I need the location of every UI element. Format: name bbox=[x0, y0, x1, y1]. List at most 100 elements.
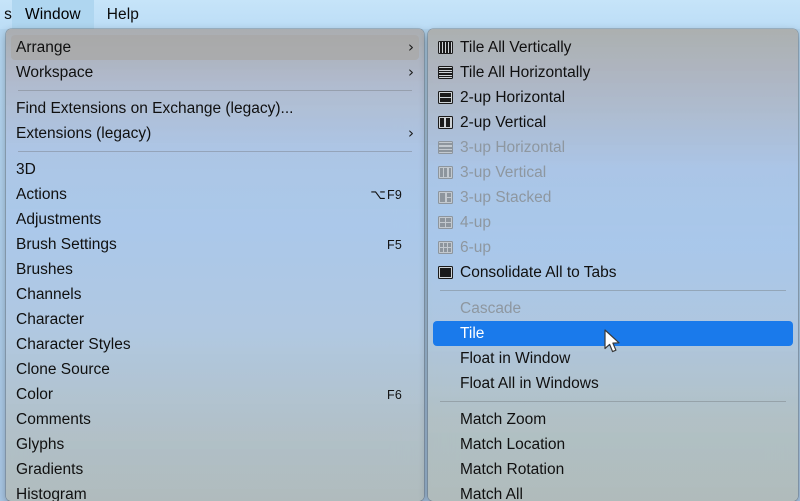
menu-item-label: 3-up Horizontal bbox=[460, 138, 566, 156]
arrange-menu-item-6-up: 6-up bbox=[428, 235, 798, 260]
menu-separator bbox=[440, 401, 786, 402]
menu-separator bbox=[18, 151, 412, 152]
window-menu-item-character-styles[interactable]: Character Styles bbox=[6, 332, 424, 357]
menu-item-label: Character Styles bbox=[16, 335, 131, 353]
menu-item-label: Brushes bbox=[16, 260, 73, 278]
consolidate-all-to-tabs-icon bbox=[438, 266, 453, 279]
option-key-icon: ⌥ bbox=[370, 186, 386, 203]
menu-item-label: 2-up Horizontal bbox=[460, 88, 566, 106]
arrange-menu-item-float-in-window[interactable]: Float in Window bbox=[428, 346, 798, 371]
arrange-menu-item-match-rotation[interactable]: Match Rotation bbox=[428, 457, 798, 482]
window-menu-item-brush-settings[interactable]: Brush Settings F5 bbox=[6, 232, 424, 257]
arrange-menu-item-tile-all-vertically[interactable]: Tile All Vertically bbox=[428, 35, 798, 60]
two-up-horizontal-icon bbox=[438, 91, 453, 104]
two-up-vertical-icon bbox=[438, 116, 453, 129]
window-menu-item-channels[interactable]: Channels bbox=[6, 282, 424, 307]
window-menu-item-clone-source[interactable]: Clone Source bbox=[6, 357, 424, 382]
window-menu-item-glyphs[interactable]: Glyphs bbox=[6, 432, 424, 457]
arrange-menu-item-tile-all-horizontally[interactable]: Tile All Horizontally bbox=[428, 60, 798, 85]
menu-separator bbox=[18, 90, 412, 91]
arrange-menu-item-2-up-vertical[interactable]: 2-up Vertical bbox=[428, 110, 798, 135]
arrange-submenu-panel: Tile All Vertically Tile All Horizontally… bbox=[428, 29, 798, 501]
window-menu-panel: Arrange › Workspace › Find Extensions on Exc… bbox=[6, 29, 424, 501]
menu-item-label: Cascade bbox=[460, 299, 522, 317]
menu-item-shortcut: F5 bbox=[387, 238, 414, 252]
menu-item-label: 3-up Vertical bbox=[460, 163, 547, 181]
arrange-submenu-list: Tile All Vertically Tile All Horizontally… bbox=[428, 35, 798, 501]
menu-item-label: Glyphs bbox=[16, 435, 65, 453]
arrange-menu-item-float-all-in-windows[interactable]: Float All in Windows bbox=[428, 371, 798, 396]
window-menu-item-arrange[interactable]: Arrange › bbox=[11, 35, 419, 60]
window-menu-list: Arrange › Workspace › Find Extensions on Exc… bbox=[6, 35, 424, 501]
menu-item-label: Actions bbox=[16, 185, 67, 203]
six-up-icon bbox=[438, 241, 453, 254]
menu-item-label: Tile bbox=[460, 324, 485, 342]
arrange-menu-item-tile[interactable]: Tile bbox=[433, 321, 793, 346]
arrange-menu-item-match-all[interactable]: Match All bbox=[428, 482, 798, 501]
menubar-item-window[interactable]: Window bbox=[12, 0, 94, 29]
chevron-right-icon: › bbox=[408, 63, 414, 81]
window-menu-item-gradients[interactable]: Gradients bbox=[6, 457, 424, 482]
menu-item-label: 4-up bbox=[460, 213, 492, 231]
menu-item-label: Arrange bbox=[16, 38, 72, 56]
shortcut-key: F5 bbox=[387, 237, 402, 252]
menu-item-label: Channels bbox=[16, 285, 82, 303]
menu-item-shortcut: F6 bbox=[387, 388, 414, 402]
menu-item-label: 3D bbox=[16, 160, 36, 178]
menu-item-label: Match All bbox=[460, 485, 523, 501]
window-menu-item-histogram[interactable]: Histogram bbox=[6, 482, 424, 501]
menu-item-label: 6-up bbox=[460, 238, 492, 256]
menu-item-label: Extensions (legacy) bbox=[16, 124, 152, 142]
three-up-stacked-icon bbox=[438, 191, 453, 204]
window-menu-item-find-extensions-on-exchange-legacy[interactable]: Find Extensions on Exchange (legacy)... bbox=[6, 96, 424, 121]
window-menu-item-color[interactable]: Color F6 bbox=[6, 382, 424, 407]
window-menu-item-workspace[interactable]: Workspace › bbox=[6, 60, 424, 85]
menu-item-label: Gradients bbox=[16, 460, 84, 478]
menu-item-label: Match Location bbox=[460, 435, 566, 453]
arrange-menu-item-match-location[interactable]: Match Location bbox=[428, 432, 798, 457]
menu-item-label: Clone Source bbox=[16, 360, 110, 378]
menu-item-label: Find Extensions on Exchange (legacy)... bbox=[16, 99, 294, 117]
three-up-horizontal-icon bbox=[438, 141, 453, 154]
menu-separator bbox=[440, 290, 786, 291]
arrange-menu-item-match-zoom[interactable]: Match Zoom bbox=[428, 407, 798, 432]
arrange-menu-item-3-up-vertical: 3-up Vertical bbox=[428, 160, 798, 185]
menubar-item-clipped[interactable]: s bbox=[0, 0, 12, 29]
menu-item-label: Float in Window bbox=[460, 349, 571, 367]
arrange-menu-item-3-up-horizontal: 3-up Horizontal bbox=[428, 135, 798, 160]
menu-item-label: Adjustments bbox=[16, 210, 102, 228]
arrange-menu-item-4-up: 4-up bbox=[428, 210, 798, 235]
menubar-item-help[interactable]: Help bbox=[94, 0, 152, 29]
shortcut-key: F9 bbox=[387, 187, 402, 202]
arrange-menu-item-3-up-stacked: 3-up Stacked bbox=[428, 185, 798, 210]
menu-item-label: Workspace bbox=[16, 63, 94, 81]
four-up-icon bbox=[438, 216, 453, 229]
chevron-right-icon: › bbox=[408, 124, 414, 142]
menu-item-label: 2-up Vertical bbox=[460, 113, 547, 131]
three-up-vertical-icon bbox=[438, 166, 453, 179]
window-menu-item-character[interactable]: Character bbox=[6, 307, 424, 332]
menu-item-label: Character bbox=[16, 310, 85, 328]
tile-all-horizontally-icon bbox=[438, 66, 453, 79]
window-menu-item-actions[interactable]: Actions ⌥F9 bbox=[6, 182, 424, 207]
menu-item-label: Brush Settings bbox=[16, 235, 117, 253]
window-menu-item-3d[interactable]: 3D bbox=[6, 157, 424, 182]
window-menu-item-adjustments[interactable]: Adjustments bbox=[6, 207, 424, 232]
menu-item-label: Comments bbox=[16, 410, 91, 428]
chevron-right-icon: › bbox=[408, 38, 414, 56]
menu-item-label: 3-up Stacked bbox=[460, 188, 552, 206]
menu-item-label: Match Rotation bbox=[460, 460, 565, 478]
menu-item-shortcut: ⌥F9 bbox=[370, 187, 414, 203]
window-menu-item-brushes[interactable]: Brushes bbox=[6, 257, 424, 282]
screen: s Window Help Arrange › Workspace › Find Ext… bbox=[0, 0, 800, 501]
tile-all-vertically-icon bbox=[438, 41, 453, 54]
arrange-menu-item-consolidate-all-to-tabs[interactable]: Consolidate All to Tabs bbox=[428, 260, 798, 285]
menu-item-label: Tile All Horizontally bbox=[460, 63, 591, 81]
window-menu-item-comments[interactable]: Comments bbox=[6, 407, 424, 432]
menu-bar: s Window Help bbox=[0, 0, 800, 29]
window-menu-item-extensions-legacy[interactable]: Extensions (legacy) › bbox=[6, 121, 424, 146]
menu-item-label: Color bbox=[16, 385, 54, 403]
arrange-menu-item-2-up-horizontal[interactable]: 2-up Horizontal bbox=[428, 85, 798, 110]
menu-item-label: Tile All Vertically bbox=[460, 38, 572, 56]
shortcut-key: F6 bbox=[387, 387, 402, 402]
